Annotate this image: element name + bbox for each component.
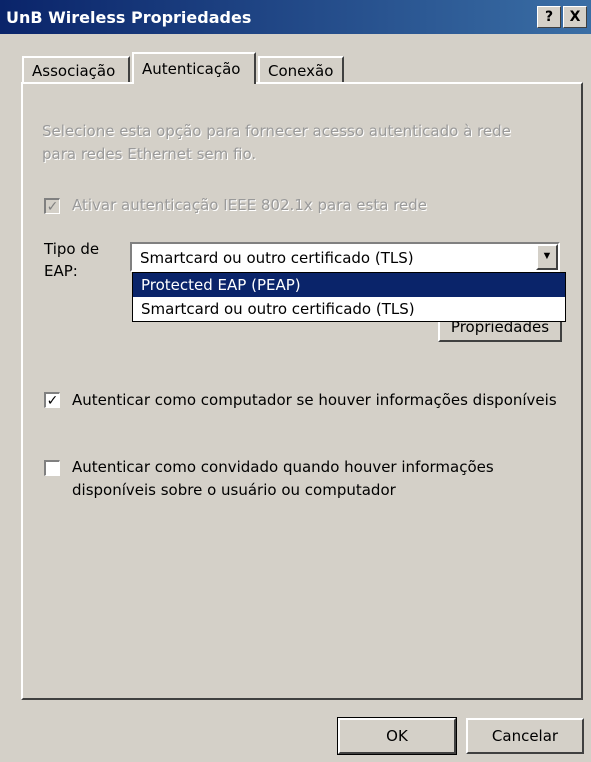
auth-description-line2: para redes Ethernet sem fio. (42, 145, 257, 163)
computer-auth-label: Autenticar como computador se houver inf… (72, 391, 557, 409)
auth-description-line1: Selecione esta opção para fornecer acess… (42, 122, 511, 140)
tab-autenticacao[interactable]: Autenticação (132, 52, 256, 84)
eap-option-tls[interactable]: Smartcard ou outro certificado (TLS) (133, 297, 565, 321)
ok-button[interactable]: OK (337, 717, 457, 755)
chevron-down-icon[interactable]: ▼ (536, 244, 558, 270)
eap-type-selected-value: Smartcard ou outro certificado (TLS) (140, 249, 414, 267)
eap-type-label-line2: EAP: (44, 262, 78, 280)
cancel-button[interactable]: Cancelar (466, 718, 584, 754)
guest-auth-label-line1: Autenticar como convidado quando houver … (72, 458, 494, 476)
enable-8021x-label: Ativar autenticação IEEE 802.1x para est… (72, 196, 427, 214)
title-bar[interactable]: UnB Wireless Propriedades ? X (0, 0, 591, 34)
computer-auth-checkbox[interactable]: ✓ (44, 392, 60, 408)
eap-type-select[interactable]: Smartcard ou outro certificado (TLS) ▼ (130, 242, 560, 272)
eap-type-label-line1: Tipo de (44, 240, 100, 258)
close-button[interactable]: X (563, 6, 587, 28)
help-button[interactable]: ? (537, 6, 561, 28)
eap-option-peap[interactable]: Protected EAP (PEAP) (133, 273, 565, 297)
window-title: UnB Wireless Propriedades (6, 8, 252, 27)
tab-conexao[interactable]: Conexão (258, 56, 344, 84)
guest-auth-label-line2: disponíveis sobre o usuário ou computado… (72, 481, 396, 499)
eap-type-dropdown-list: Protected EAP (PEAP) Smartcard ou outro … (132, 272, 566, 322)
guest-auth-checkbox[interactable] (44, 460, 60, 476)
tab-associacao[interactable]: Associação (22, 56, 130, 84)
enable-8021x-checkbox[interactable]: ✓ (44, 198, 60, 214)
